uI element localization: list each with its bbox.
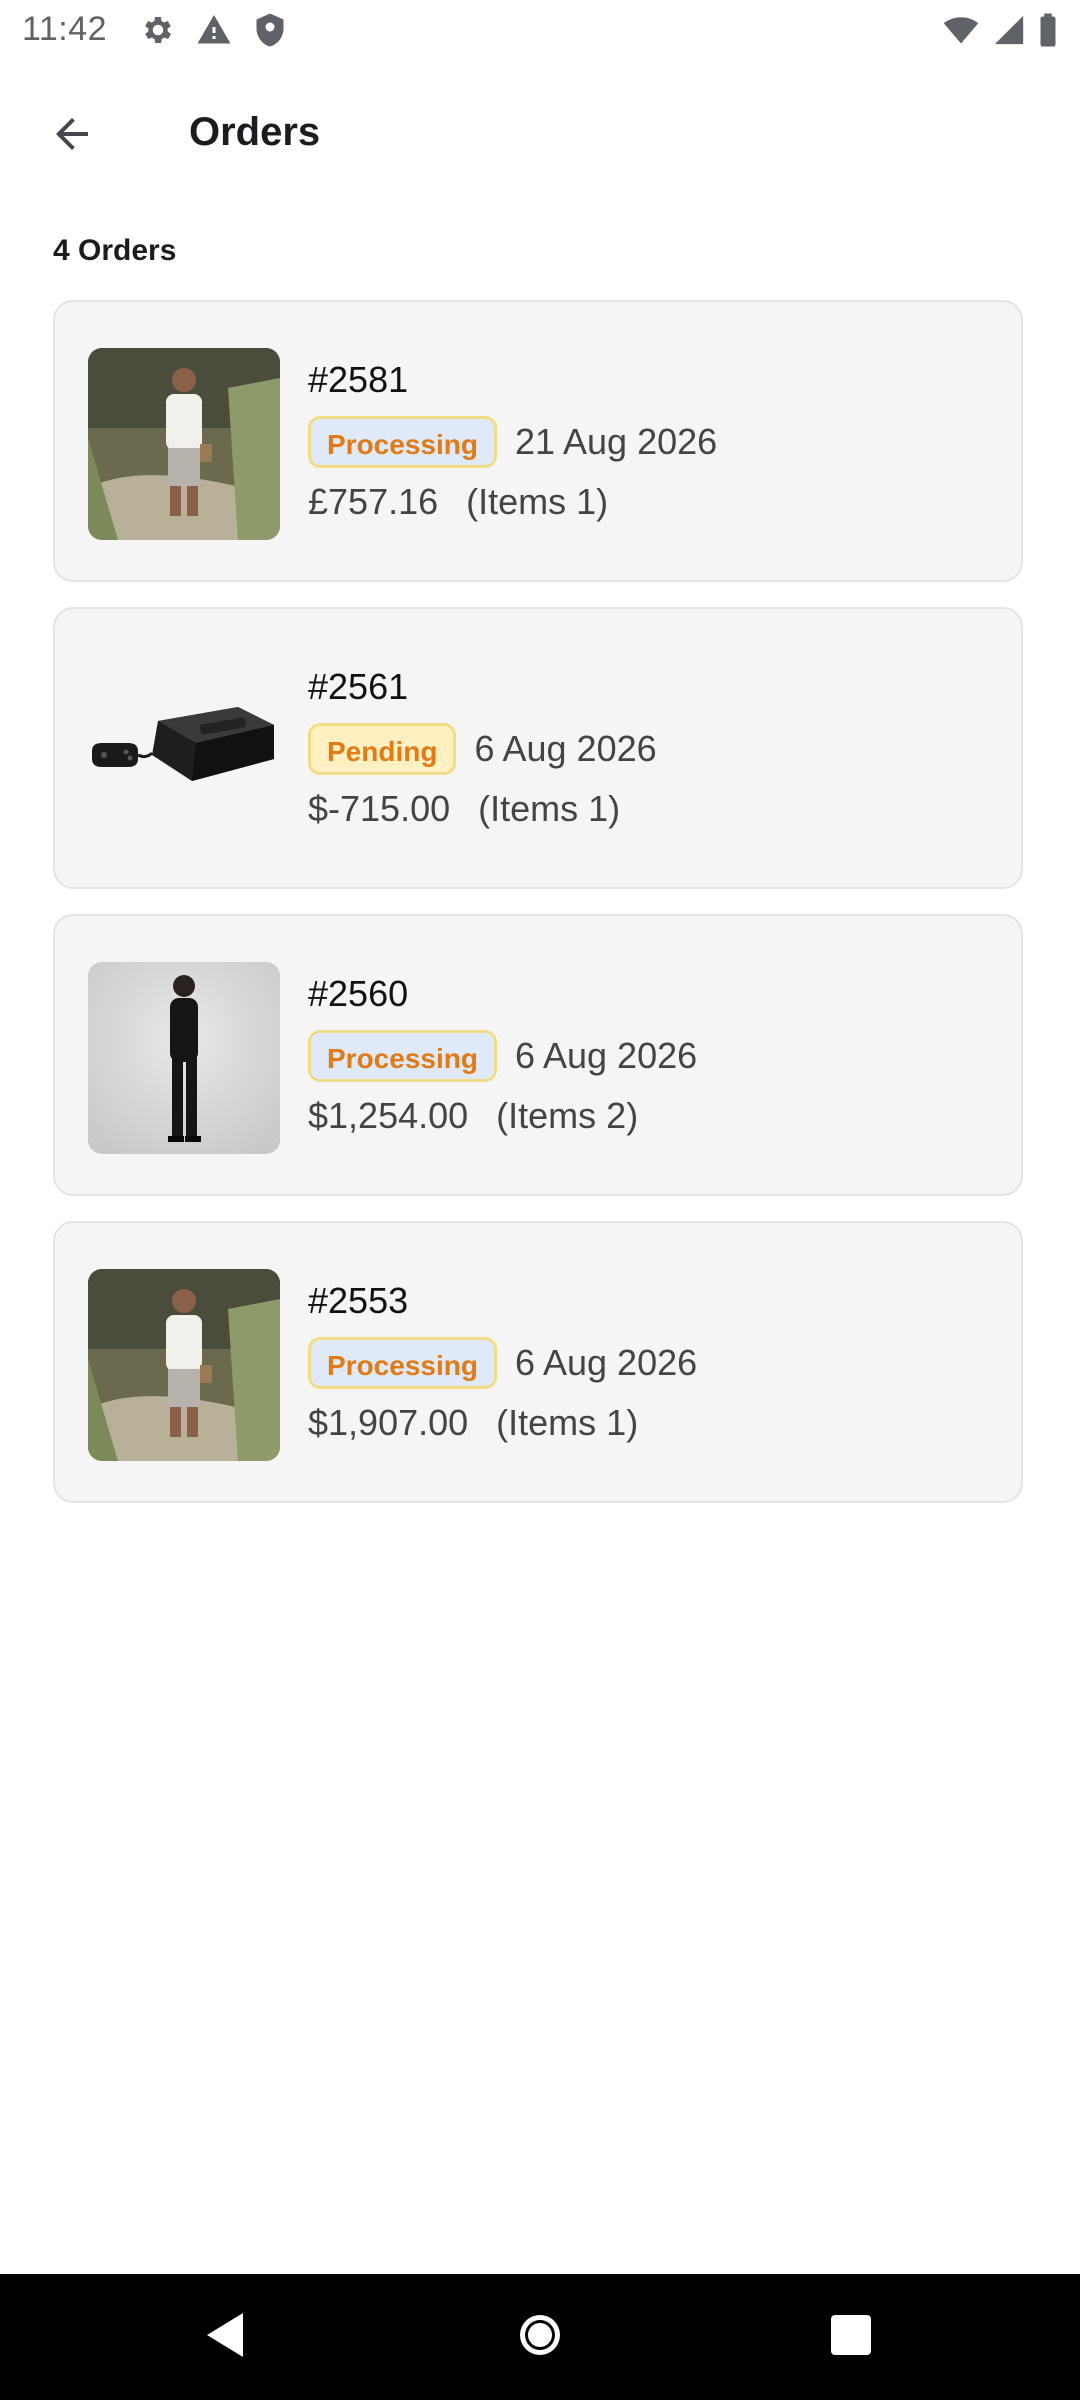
app-bar: Orders <box>0 80 1080 192</box>
order-card[interactable]: #2560 Processing 6 Aug 2026 $1,254.00 (I… <box>53 914 1023 1196</box>
order-info: #2553 Processing 6 Aug 2026 $1,907.00 (I… <box>308 1279 697 1445</box>
status-badge: Processing <box>308 1030 497 1082</box>
order-price: $1,254.00 <box>308 1095 469 1136</box>
order-price: $1,907.00 <box>308 1402 469 1443</box>
order-thumbnail <box>88 962 280 1154</box>
orders-count: 4 Orders <box>53 234 177 267</box>
nav-back-button[interactable] <box>190 2302 260 2372</box>
order-price-row: £757.16 (Items 1) <box>308 480 717 524</box>
status-badge: Pending <box>308 723 457 775</box>
order-card[interactable]: #2561 Pending 6 Aug 2026 $-715.00 (Items… <box>53 607 1023 889</box>
order-items-count: (Items 1) <box>478 788 621 829</box>
battery-icon <box>1038 12 1058 48</box>
shield-icon <box>252 12 288 48</box>
home-circle-icon <box>515 2310 565 2365</box>
back-button[interactable] <box>36 104 108 168</box>
order-items-count: (Items 1) <box>496 1402 639 1443</box>
order-status-row: Processing 6 Aug 2026 <box>308 1335 697 1391</box>
order-price: $-715.00 <box>308 788 451 829</box>
order-status-row: Pending 6 Aug 2026 <box>308 721 657 777</box>
signal-icon <box>992 12 1026 48</box>
arrow-left-icon <box>48 110 96 163</box>
order-number: #2560 <box>308 973 409 1014</box>
recents-square-icon <box>829 2313 873 2362</box>
order-thumbnail <box>88 1269 280 1461</box>
gear-icon <box>140 12 176 48</box>
order-number: #2553 <box>308 1280 409 1321</box>
order-card[interactable]: #2581 Processing 21 Aug 2026 £757.16 (It… <box>53 300 1023 582</box>
back-triangle-icon <box>203 2310 247 2365</box>
order-thumbnail <box>88 655 280 847</box>
order-number: #2561 <box>308 666 409 707</box>
orders-list: #2581 Processing 21 Aug 2026 £757.16 (It… <box>53 300 1027 1528</box>
nav-recents-button[interactable] <box>816 2302 886 2372</box>
order-items-count: (Items 2) <box>496 1095 639 1136</box>
order-date: 6 Aug 2026 <box>514 1035 698 1076</box>
status-bar: 11:42 <box>0 0 1080 64</box>
order-price-row: $-715.00 (Items 1) <box>308 787 657 831</box>
order-date: 6 Aug 2026 <box>514 1342 698 1383</box>
status-badge: Processing <box>308 416 497 468</box>
order-price: £757.16 <box>308 481 439 522</box>
order-thumbnail <box>88 348 280 540</box>
warning-icon <box>196 12 232 48</box>
orders-screen: 11:42 Orders 4 Orders #2581 Processing 2… <box>0 0 1080 2400</box>
nav-home-button[interactable] <box>505 2302 575 2372</box>
order-date: 21 Aug 2026 <box>514 421 718 462</box>
order-info: #2581 Processing 21 Aug 2026 £757.16 (It… <box>308 358 717 524</box>
order-card[interactable]: #2553 Processing 6 Aug 2026 $1,907.00 (I… <box>53 1221 1023 1503</box>
order-number: #2581 <box>308 359 409 400</box>
order-info: #2561 Pending 6 Aug 2026 $-715.00 (Items… <box>308 665 657 831</box>
wifi-icon <box>942 12 980 48</box>
order-date: 6 Aug 2026 <box>474 728 657 769</box>
order-price-row: $1,907.00 (Items 1) <box>308 1401 697 1445</box>
order-price-row: $1,254.00 (Items 2) <box>308 1094 697 1138</box>
status-badge: Processing <box>308 1337 497 1389</box>
system-nav-bar <box>0 2274 1080 2400</box>
order-status-row: Processing 21 Aug 2026 <box>308 414 717 470</box>
order-status-row: Processing 6 Aug 2026 <box>308 1028 697 1084</box>
order-info: #2560 Processing 6 Aug 2026 $1,254.00 (I… <box>308 972 697 1138</box>
status-icons-left <box>140 12 288 48</box>
page-title: Orders <box>189 110 321 154</box>
order-items-count: (Items 1) <box>466 481 609 522</box>
status-icons-right <box>942 12 1058 48</box>
status-time: 11:42 <box>22 10 108 48</box>
